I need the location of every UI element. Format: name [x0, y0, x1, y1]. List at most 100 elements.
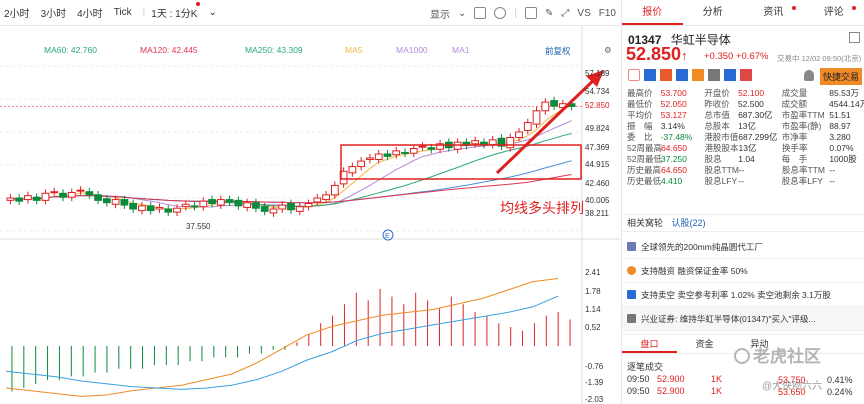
trade-cell: 09:50 [627, 386, 650, 396]
quote-value: 53.700 [660, 88, 687, 98]
tab-orderbook[interactable]: 盘口 [622, 335, 677, 353]
event-marker-label: E [385, 233, 390, 240]
candle [374, 153, 383, 160]
quote-value: 4544.14万 [829, 99, 864, 109]
gear-icon[interactable]: ⚙ [604, 45, 612, 56]
tab-comments[interactable]: 评论 [804, 0, 864, 25]
candle [32, 196, 41, 201]
tab-analysis[interactable]: 分析 [683, 0, 744, 25]
quote-label: 市盈率(静) [781, 121, 822, 131]
settings-icon[interactable] [494, 7, 507, 19]
price-change: +0.350 +0.67% [704, 51, 769, 62]
f10-button[interactable]: F10 [599, 8, 616, 19]
expand-panel-icon[interactable] [849, 32, 860, 43]
quote-value: -- [829, 165, 836, 175]
news-text: 兴业证券: 维持华虹半导体(01347)"买入"评级... [641, 313, 816, 324]
ma-legend-item[interactable]: MA60: 42.760 [44, 45, 97, 55]
quote-value: 53.127 [660, 110, 687, 120]
quote-value: 13亿 [738, 121, 757, 131]
quote-value: 64.650 [661, 143, 687, 153]
kline-chart[interactable]: 37.550 E 均线多头排列 57.189 54.734 52.850 49.824 47.… [0, 26, 620, 404]
chart-area[interactable]: 37.550 E 均线多头排列 57.189 54.734 52.850 49.824 47.… [0, 26, 620, 404]
finance-icon[interactable] [692, 69, 704, 81]
quote-value: 1.04 [738, 154, 755, 164]
display-menu[interactable]: 显示 [430, 6, 450, 21]
candle [111, 199, 120, 205]
tab-capital[interactable]: 资金 [677, 335, 732, 353]
news-text: 全球领先的200mm纯晶圆代工厂 [641, 241, 763, 252]
candle [59, 192, 67, 198]
quote-row: 委 比 -37.48% 港股市值 687.299亿 市净率 3.280 [627, 132, 863, 143]
quote-label: 昨收价 [704, 99, 730, 109]
expand-icon[interactable]: ⤢ [561, 8, 569, 19]
period-4h[interactable]: 4小时 [77, 5, 103, 20]
news-item[interactable]: 全球领先的200mm纯晶圆代工厂 [622, 235, 864, 259]
candle [313, 197, 322, 203]
heart-icon[interactable] [740, 69, 752, 81]
camera-icon[interactable] [525, 7, 538, 19]
quote-label: 港股市值 [704, 132, 739, 142]
candle [50, 191, 59, 194]
trade-cell: 1K [711, 374, 723, 384]
last-price: 52.850↑ [626, 44, 688, 64]
quote-row: 最低价 52.050 昨收价 52.500 成交额 4544.14万 [627, 99, 864, 110]
period-tick[interactable]: Tick [114, 7, 132, 18]
chevron-down-icon[interactable]: ⌄ [208, 7, 216, 18]
quote-value: 4.410 [661, 176, 683, 186]
ma-legend-item[interactable]: 前复权 [545, 45, 571, 57]
news-icon [627, 290, 636, 299]
quote-value: -- [738, 176, 744, 186]
ma-legend-item[interactable]: MA1000 [396, 45, 428, 55]
candle [6, 197, 15, 201]
news-icon [627, 314, 636, 323]
period-2h[interactable]: 2小时 [4, 5, 30, 20]
price-tick: 49.824 [585, 124, 610, 133]
news-list: 全球领先的200mm纯晶圆代工厂支持融资 融资保证金率 50% 支持卖空 卖空参考… [622, 235, 864, 331]
quote-label: 市净率 [781, 132, 808, 142]
quote-label: 股息率LFY [781, 176, 823, 186]
ma-legend-item[interactable]: MA5 [345, 45, 362, 55]
market-icon[interactable] [644, 69, 656, 81]
quote-label: 市盈率TTM [781, 110, 825, 120]
ma-legend-item[interactable]: MA1 [452, 45, 469, 55]
candle [199, 200, 208, 208]
tab-news[interactable]: 资讯 [743, 0, 804, 25]
layout-icon[interactable] [474, 7, 487, 19]
panel-tabs: 报价 分析 资讯 评论 [622, 0, 864, 26]
vs-button[interactable]: VS [577, 8, 590, 19]
news-item[interactable]: 支持卖空 卖空参考利率 1.02% 卖空池剩余 3.1万股 [622, 283, 864, 307]
period-3h[interactable]: 3小时 [41, 5, 67, 20]
news-icon [627, 242, 636, 251]
draw-icon[interactable]: ✎ [545, 8, 553, 19]
warrant-icon[interactable] [724, 69, 736, 81]
related-warrant[interactable]: 相关窝轮 [627, 218, 663, 228]
candle [102, 198, 111, 204]
chart-icon[interactable] [708, 69, 720, 81]
candle [243, 202, 252, 208]
candle [418, 145, 427, 148]
candle [15, 197, 24, 202]
period-selector[interactable]: 1天 : 1分K [151, 2, 201, 20]
hk-icon[interactable] [660, 69, 672, 81]
macd-tick: 0.52 [585, 323, 601, 332]
news-item[interactable]: 兴业证券: 维持华虹半导体(01347)"买入"评级... [622, 307, 864, 331]
quote-grid: 最高价 53.700 开盘价 52.100 成交量 85.53万 最低价 52.050 昨收价 5… [627, 88, 864, 187]
quote-label: 成交额 [781, 99, 807, 109]
quick-trade-button[interactable]: 快捷交易 [820, 68, 863, 85]
quote-value: 687.299亿 [738, 132, 778, 142]
quote-value: 52.100 [738, 88, 765, 98]
highlight-box [340, 144, 582, 180]
tab-quote[interactable]: 报价 [622, 0, 683, 25]
chevron-down-icon[interactable]: ⌄ [458, 8, 466, 19]
candle [304, 203, 313, 208]
news-item[interactable]: 支持融资 融资保证金率 50% [622, 259, 864, 283]
quote-label: 最低价 [627, 99, 653, 109]
warrant-count[interactable]: 认股(22) [672, 218, 706, 228]
toolbar-right: 显示 ⌄ | ✎ ⤢ VS F10 [430, 6, 616, 21]
quote-row: 历史最低 4.410 股息LFY -- 股息率LFY -- [627, 176, 863, 187]
short-icon[interactable] [676, 69, 688, 81]
ma-legend-item[interactable]: MA120: 42.445 [140, 45, 198, 55]
star-icon[interactable] [628, 69, 640, 81]
bell-icon[interactable] [804, 70, 814, 81]
ma-legend-item[interactable]: MA250: 43.309 [245, 45, 303, 55]
